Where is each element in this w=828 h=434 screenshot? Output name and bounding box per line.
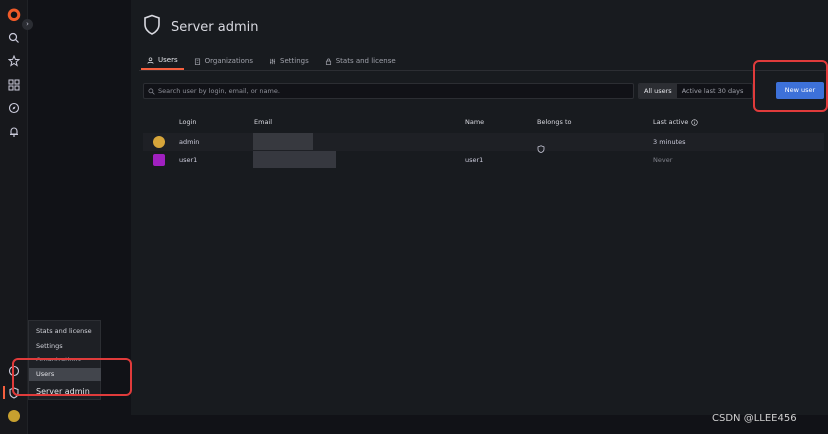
tab-stats-and-license[interactable]: Stats and license — [319, 56, 402, 70]
building-icon — [194, 58, 200, 65]
search-icon[interactable] — [7, 31, 21, 45]
user1-avatar — [153, 154, 165, 166]
user-search-box[interactable] — [143, 83, 634, 99]
column-header-name[interactable]: Name — [465, 118, 484, 126]
page-title: Server admin — [171, 19, 259, 35]
highlight-box-new-user — [753, 60, 828, 112]
lock-icon — [325, 58, 331, 65]
column-header-belongs-to[interactable]: Belongs to — [537, 118, 571, 126]
main-content: Server admin Users Organizations Setting… — [131, 0, 828, 415]
menu-item-stats-and-license[interactable]: Stats and license — [36, 327, 92, 335]
email-redacted — [253, 151, 336, 168]
search-input[interactable] — [158, 87, 618, 95]
column-header-last-active[interactable]: Last active — [653, 118, 698, 126]
page-header: Server admin — [143, 14, 259, 40]
column-header-login[interactable]: Login — [179, 118, 197, 126]
tab-organizations[interactable]: Organizations — [188, 56, 259, 70]
email-redacted — [253, 133, 313, 150]
info-icon[interactable] — [691, 118, 698, 126]
user-icon — [147, 56, 154, 64]
expand-sidebar-icon[interactable]: › — [22, 19, 33, 30]
table-row[interactable]: user1 user1 Never — [143, 151, 824, 169]
tab-users[interactable]: Users — [141, 56, 184, 70]
filter-all-users[interactable]: All users — [639, 84, 677, 98]
user-filter-toggle: All users Active last 30 days — [638, 83, 753, 99]
user-last-active: 3 minutes — [653, 138, 686, 146]
admin-avatar — [153, 136, 165, 148]
menu-item-settings[interactable]: Settings — [36, 342, 63, 350]
search-icon — [148, 88, 155, 95]
highlight-box-users-menu — [12, 358, 132, 396]
dashboards-icon[interactable] — [7, 78, 21, 92]
tabs-divider — [139, 70, 828, 71]
user-login[interactable]: user1 — [179, 151, 197, 169]
sliders-icon — [270, 58, 275, 64]
column-header-email[interactable]: Email — [254, 118, 272, 126]
alerting-bell-icon[interactable] — [7, 125, 21, 139]
table-row[interactable]: admin 3 minutes — [143, 133, 824, 153]
user-name: user1 — [465, 156, 484, 164]
grafana-logo[interactable] — [6, 6, 22, 22]
explore-compass-icon[interactable] — [7, 101, 21, 115]
user-login[interactable]: admin — [179, 133, 199, 151]
star-icon[interactable] — [7, 54, 21, 68]
active-indicator — [3, 386, 5, 399]
profile-avatar[interactable] — [8, 410, 20, 422]
user-last-active: Never — [653, 156, 673, 164]
watermark: CSDN @LLEE456 — [712, 413, 797, 424]
tab-settings[interactable]: Settings — [263, 56, 315, 70]
tab-bar: Users Organizations Settings Stats and l… — [141, 56, 406, 70]
filter-active-last-30-days[interactable]: Active last 30 days — [677, 84, 749, 98]
shield-icon — [143, 14, 161, 40]
